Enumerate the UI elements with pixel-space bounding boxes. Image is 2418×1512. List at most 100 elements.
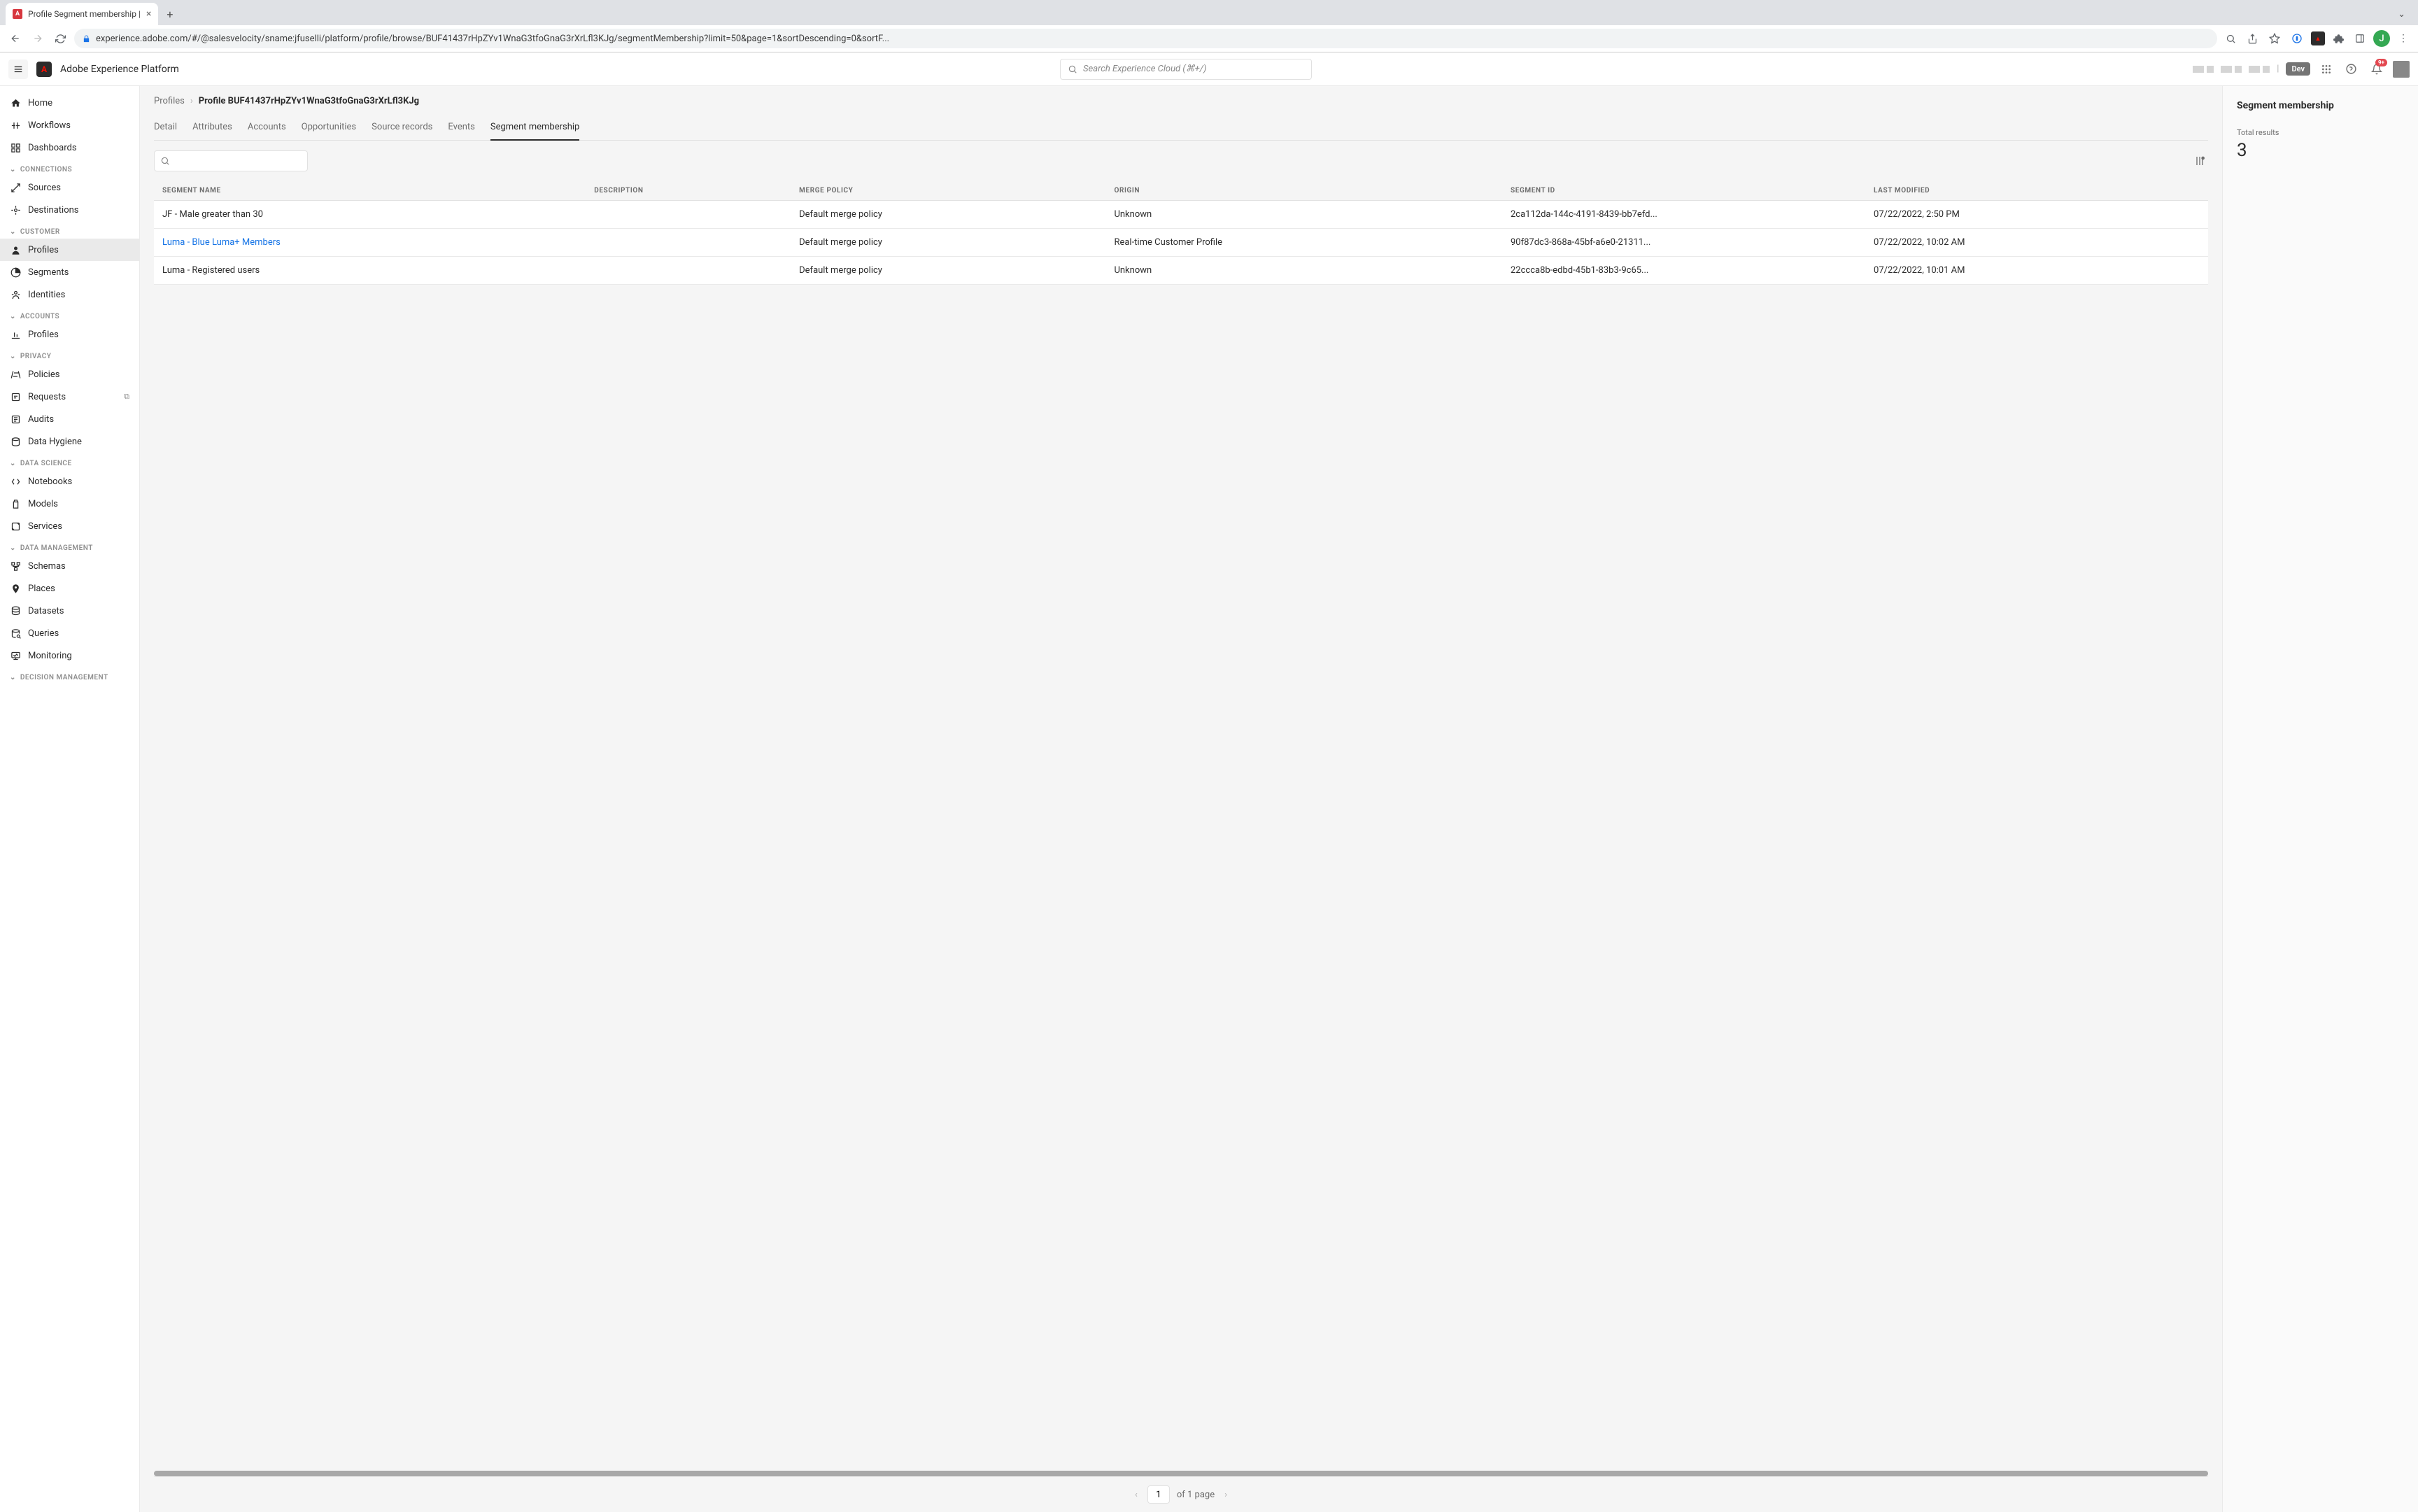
sidebar-item-label: Schemas — [28, 561, 66, 572]
sidebar-section-connections[interactable]: ⌄CONNECTIONS — [0, 159, 139, 176]
sidebar-item-schemas[interactable]: Schemas — [0, 555, 139, 577]
bookmark-star-icon[interactable] — [2266, 33, 2283, 44]
profile-avatar[interactable]: J — [2373, 30, 2390, 47]
column-header[interactable]: DESCRIPTION — [587, 181, 792, 201]
sidebar-item-segments[interactable]: Segments — [0, 261, 139, 283]
tabs-dropdown-icon[interactable]: ⌄ — [2391, 9, 2412, 20]
sidebar-item-label: Policies — [28, 369, 59, 380]
monitoring-icon — [10, 650, 21, 661]
tab-source-records[interactable]: Source records — [372, 116, 432, 140]
sidebar-section-privacy[interactable]: ⌄PRIVACY — [0, 346, 139, 363]
page-of-text: of 1 page — [1177, 1490, 1215, 1500]
browser-tab-bar: A Profile Segment membership | × + ⌄ — [0, 0, 2418, 25]
reload-button[interactable] — [52, 30, 69, 47]
column-header[interactable]: SEGMENT NAME — [154, 181, 587, 201]
sidebar-item-places[interactable]: Places — [0, 577, 139, 600]
adobe-logo-icon: A — [36, 62, 52, 77]
app-body: HomeWorkflowsDashboards⌄CONNECTIONSSourc… — [0, 86, 2418, 1512]
env-indicator[interactable] — [2249, 66, 2270, 73]
horizontal-scrollbar[interactable] — [154, 1471, 2208, 1476]
section-label: DATA MANAGEMENT — [20, 544, 93, 552]
notifications-icon[interactable]: 9+ — [2368, 60, 2386, 78]
table-cell: 07/22/2022, 10:02 AM — [1867, 229, 2208, 257]
sidebar-item-label: Queries — [28, 628, 59, 639]
tab-close-icon[interactable]: × — [146, 8, 151, 20]
column-header[interactable]: ORIGIN — [1107, 181, 1504, 201]
queries-icon — [10, 628, 21, 639]
sidebar-item-label: Identities — [28, 290, 65, 300]
sidebar-item-requests[interactable]: Requests⧉ — [0, 386, 139, 408]
sidebar-item-datasets[interactable]: Datasets — [0, 600, 139, 622]
help-icon[interactable] — [2342, 60, 2361, 78]
sidebar-item-profiles[interactable]: Profiles — [0, 323, 139, 346]
table-row[interactable]: Luma - Registered usersDefault merge pol… — [154, 257, 2208, 285]
url-bar[interactable]: experience.adobe.com/#/@salesvelocity/sn… — [74, 29, 2217, 48]
sidebar-item-audits[interactable]: Audits — [0, 408, 139, 430]
user-avatar-icon[interactable] — [2393, 61, 2410, 78]
table-cell: Default merge policy — [792, 201, 1107, 229]
forward-button[interactable] — [29, 30, 46, 47]
total-results-label: Total results — [2237, 128, 2404, 137]
back-button[interactable] — [7, 30, 24, 47]
sandbox-indicator[interactable] — [2193, 66, 2214, 73]
sidebar-item-workflows[interactable]: Workflows — [0, 114, 139, 136]
sidebar-section-customer[interactable]: ⌄CUSTOMER — [0, 221, 139, 239]
sidebar-item-data-hygiene[interactable]: Data Hygiene — [0, 430, 139, 453]
table-cell: 22ccca8b-edbd-45b1-83b3-9c65... — [1504, 257, 1867, 285]
page-number-input[interactable] — [1147, 1485, 1170, 1504]
dashboard-icon — [10, 142, 21, 153]
hamburger-menu-button[interactable] — [8, 59, 28, 79]
sidebar-item-label: Services — [28, 521, 62, 532]
sidebar-section-accounts[interactable]: ⌄ACCOUNTS — [0, 306, 139, 323]
column-header[interactable]: MERGE POLICY — [792, 181, 1107, 201]
tab-events[interactable]: Events — [448, 116, 474, 140]
tab-segment-membership[interactable]: Segment membership — [490, 116, 580, 141]
sidebar-item-services[interactable]: Services — [0, 515, 139, 537]
browser-chrome: A Profile Segment membership | × + ⌄ exp… — [0, 0, 2418, 52]
sidebar-item-identities[interactable]: Identities — [0, 283, 139, 306]
search-url-icon[interactable] — [2223, 34, 2239, 44]
panel-icon[interactable] — [2352, 34, 2368, 43]
tab-detail[interactable]: Detail — [154, 116, 177, 140]
org-indicator[interactable] — [2221, 66, 2242, 73]
sidebar-item-notebooks[interactable]: Notebooks — [0, 470, 139, 493]
tab-attributes[interactable]: Attributes — [192, 116, 232, 140]
sidebar-item-profiles[interactable]: Profiles — [0, 239, 139, 261]
sidebar-item-dashboards[interactable]: Dashboards — [0, 136, 139, 159]
sidebar-item-queries[interactable]: Queries — [0, 622, 139, 644]
sidebar-item-destinations[interactable]: Destinations — [0, 199, 139, 221]
next-page-button[interactable]: › — [1222, 1490, 1230, 1500]
sidebar-item-home[interactable]: Home — [0, 92, 139, 114]
extension-1password-icon[interactable] — [2289, 33, 2305, 44]
sidebar-section-data-science[interactable]: ⌄DATA SCIENCE — [0, 453, 139, 470]
table-search-input[interactable] — [154, 150, 308, 171]
extensions-icon[interactable] — [2331, 34, 2347, 44]
sidebar-item-label: Segments — [28, 267, 69, 278]
column-settings-icon[interactable] — [2191, 153, 2208, 169]
sidebar-item-monitoring[interactable]: Monitoring — [0, 644, 139, 667]
sidebar-item-models[interactable]: Models — [0, 493, 139, 515]
table-cell: Default merge policy — [792, 229, 1107, 257]
prev-page-button[interactable]: ‹ — [1132, 1490, 1140, 1500]
apps-grid-icon[interactable] — [2317, 60, 2335, 78]
browser-menu-icon[interactable]: ⋮ — [2396, 33, 2411, 44]
global-search-input[interactable]: Search Experience Cloud (⌘+/) — [1060, 59, 1312, 80]
tab-opportunities[interactable]: Opportunities — [302, 116, 356, 140]
new-tab-button[interactable]: + — [161, 8, 178, 21]
column-header[interactable]: SEGMENT ID — [1504, 181, 1867, 201]
total-results-value: 3 — [2237, 140, 2404, 161]
tab-accounts[interactable]: Accounts — [248, 116, 286, 140]
breadcrumb-parent[interactable]: Profiles — [154, 96, 185, 106]
sidebar-item-sources[interactable]: Sources — [0, 176, 139, 199]
workflow-icon — [10, 120, 21, 131]
browser-tab[interactable]: A Profile Segment membership | × — [6, 3, 158, 25]
sidebar-section-data-management[interactable]: ⌄DATA MANAGEMENT — [0, 537, 139, 555]
table-row[interactable]: Luma - Blue Luma+ MembersDefault merge p… — [154, 229, 2208, 257]
sidebar-section-decision-management[interactable]: ⌄DECISION MANAGEMENT — [0, 667, 139, 684]
share-icon[interactable] — [2244, 34, 2261, 44]
sidebar-item-policies[interactable]: Policies — [0, 363, 139, 386]
column-header[interactable]: LAST MODIFIED — [1867, 181, 2208, 201]
extension-adobe-icon[interactable]: ▲ — [2311, 31, 2325, 45]
table-row[interactable]: JF - Male greater than 30Default merge p… — [154, 201, 2208, 229]
header-right: | Dev 9+ — [2193, 60, 2410, 78]
